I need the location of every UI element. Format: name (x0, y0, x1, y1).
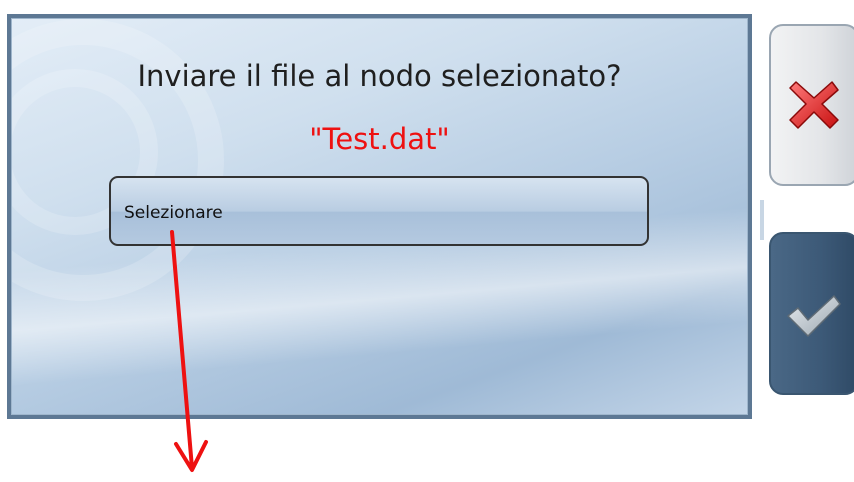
cancel-button[interactable] (769, 24, 854, 186)
dialog-body: Inviare il file al nodo selezionato? "Te… (11, 18, 748, 415)
node-select-field[interactable]: Selezionare (109, 176, 649, 246)
send-file-dialog: Inviare il file al nodo selezionato? "Te… (7, 14, 752, 419)
red-x-icon (789, 81, 839, 129)
file-name: "Test.dat" (309, 122, 450, 156)
checkmark-icon (787, 295, 841, 337)
side-divider (760, 200, 764, 240)
confirm-button[interactable] (769, 232, 854, 395)
side-button-panel (760, 0, 854, 420)
dialog-question: Inviare il file al nodo selezionato? (137, 59, 622, 93)
node-select-label: Selezionare (124, 203, 223, 223)
screen: Inviare il file al nodo selezionato? "Te… (0, 0, 854, 482)
